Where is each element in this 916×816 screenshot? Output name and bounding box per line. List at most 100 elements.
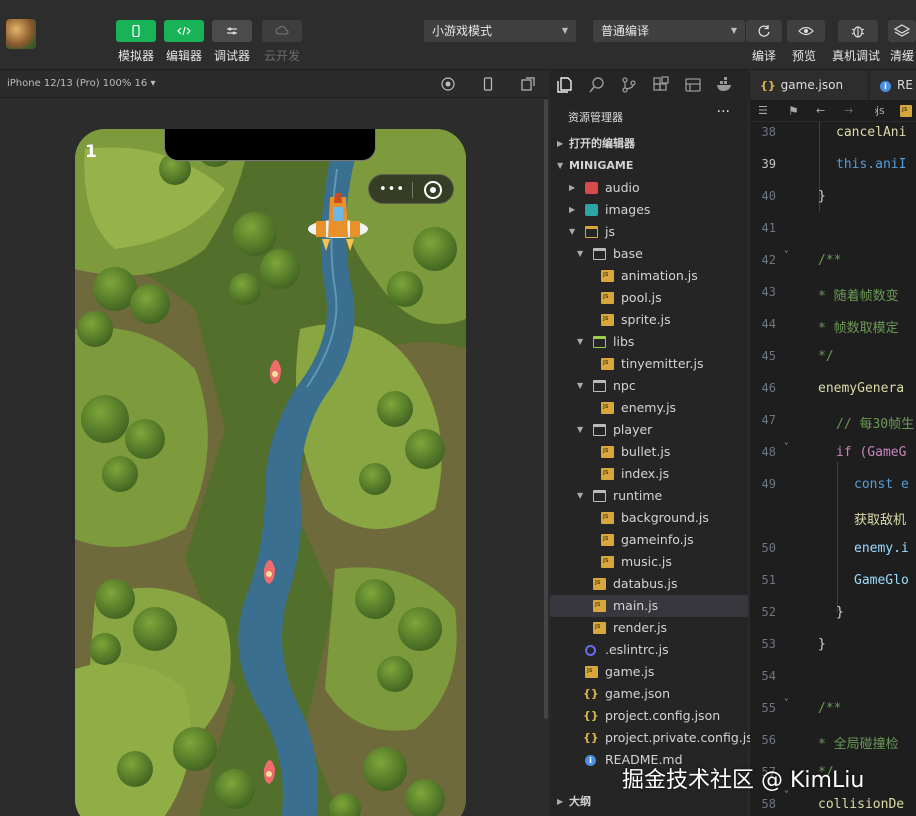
avatar[interactable] [6,19,36,49]
line-number: 44 [761,317,776,331]
simulator-label: 模拟器 [118,49,155,63]
docker-icon[interactable] [716,76,734,94]
js-file-icon [601,402,614,414]
folder-audio[interactable]: ▶ audio [550,177,748,199]
project-section[interactable]: ▼ MINIGAME [550,155,748,177]
remote-debug-button[interactable] [838,20,878,42]
open-editors-section[interactable]: ▶ 打开的编辑器 [550,133,748,155]
debugger-toggle-button[interactable] [212,20,252,42]
file-pool-js[interactable]: pool.js [550,287,748,309]
fold-chevron-icon[interactable]: ⌄ [784,437,789,446]
simulator-scrollbar[interactable] [544,99,548,719]
file-bullet-js[interactable]: bullet.js [550,441,748,463]
folder-npc[interactable]: ▼ npc [550,375,748,397]
file-project-private-config[interactable]: {} project.private.config.js... [550,727,765,749]
file-game-json[interactable]: {} game.json [550,683,748,705]
code-line: const e [854,477,909,492]
file-animation-js[interactable]: animation.js [550,265,748,287]
line-number: 55 [761,701,776,715]
file-render-js[interactable]: render.js [550,617,748,639]
outline-section[interactable]: ▶ 大纲 [550,791,748,813]
line-number: 50 [761,541,776,555]
more-dots-icon[interactable]: ••• [379,182,405,197]
folder-libs[interactable]: ▼ libs [550,331,748,353]
folder-images[interactable]: ▶ images [550,199,748,221]
record-icon[interactable] [441,77,455,91]
bookmark-icon[interactable]: ⚑ [788,100,799,122]
file-project-config-json[interactable]: {} project.config.json [550,705,748,727]
search-icon[interactable] [588,76,606,94]
file-tinyemitter-js[interactable]: tinyemitter.js [550,353,748,375]
line-number: 51 [761,573,776,587]
tab-game-json[interactable]: {} game.json [750,70,868,100]
file-main-js[interactable]: main.js [550,595,748,617]
simulator-device-select[interactable]: iPhone 12/13 (Pro) 100% 16 ▾ [0,70,548,98]
file-game-js[interactable]: game.js [550,661,748,683]
file-index-js[interactable]: index.js [550,463,748,485]
js-file-icon [601,468,614,480]
tab-readme[interactable]: i RE [870,70,916,100]
more-options-icon[interactable]: ··· [717,104,730,120]
files-icon[interactable] [556,76,574,94]
line-number: 46 [761,381,776,395]
code-line: /** [818,701,842,716]
code-editor[interactable]: 38 39 40 41 42 43 44 45 46 47 48 49 50 5… [750,122,916,816]
info-icon: i [880,81,891,92]
js-file-icon [593,578,606,590]
folder-player[interactable]: ▼ player [550,419,748,441]
popout-icon[interactable] [521,77,535,91]
explorer-title: 资源管理器 [568,111,623,124]
compile-button[interactable] [746,20,782,42]
explorer-panel: 资源管理器 ··· ▶ 打开的编辑器 ▼ MINIGAME ▶ audio ▶ … [550,100,765,816]
storage-icon[interactable] [684,76,702,94]
list-icon[interactable]: ☰ [758,100,768,122]
forward-arrow-icon[interactable]: → [844,100,853,122]
folder-base[interactable]: ▼ base [550,243,748,265]
line-number: 39 [761,157,776,171]
code-icon [177,26,191,36]
breadcrumb-js[interactable]: js [876,100,885,122]
json-file-icon: {} [583,709,599,722]
phone-icon [132,25,140,37]
simulator-toggle-button[interactable] [116,20,156,42]
folder-js[interactable]: ▼ js [550,221,748,243]
file-gameinfo-js[interactable]: gameinfo.js [550,529,748,551]
capsule-menu[interactable]: ••• [368,174,454,204]
mode-select[interactable]: 小游戏模式 ▼ [424,20,576,42]
fold-chevron-icon[interactable]: ⌄ [784,245,789,254]
js-file-icon [900,105,912,117]
file-background-js[interactable]: background.js [550,507,748,529]
file-eslintrc-js[interactable]: .eslintrc.js [550,639,748,661]
game-background [75,129,466,816]
info-icon: i [585,755,596,766]
close-target-icon[interactable] [424,181,442,199]
clear-cache-label: 清缓 [890,49,915,63]
file-music-js[interactable]: music.js [550,551,748,573]
back-arrow-icon[interactable]: ← [816,100,825,122]
game-canvas[interactable]: 1 ••• [75,129,466,816]
line-number: 38 [761,125,776,139]
remote-debug-label: 真机调试 [832,49,881,63]
device-rotate-icon[interactable] [481,77,495,91]
js-file-icon [601,292,614,304]
line-number: 49 [761,477,776,491]
preview-button[interactable] [787,20,825,42]
file-sprite-js[interactable]: sprite.js [550,309,748,331]
cloud-dev-button[interactable] [262,20,302,42]
refresh-icon [758,25,770,37]
extensions-icon[interactable] [652,76,670,94]
line-number: 53 [761,637,776,651]
editor-toggle-button[interactable] [164,20,204,42]
images-folder-icon [585,204,598,216]
fold-chevron-icon[interactable]: ⌄ [784,693,789,702]
file-databus-js[interactable]: databus.js [550,573,748,595]
js-file-icon [601,512,614,524]
clear-cache-button[interactable] [888,20,916,42]
editor-tabs: {} game.json i RE [750,70,916,100]
file-enemy-js[interactable]: enemy.js [550,397,748,419]
compile-label: 编译 [752,49,777,63]
source-control-icon[interactable] [620,76,638,94]
compile-select[interactable]: 普通编译 ▼ [593,20,745,42]
watermark: 掘金技术社区 @ KimLiu [622,768,865,793]
folder-runtime[interactable]: ▼ runtime [550,485,748,507]
